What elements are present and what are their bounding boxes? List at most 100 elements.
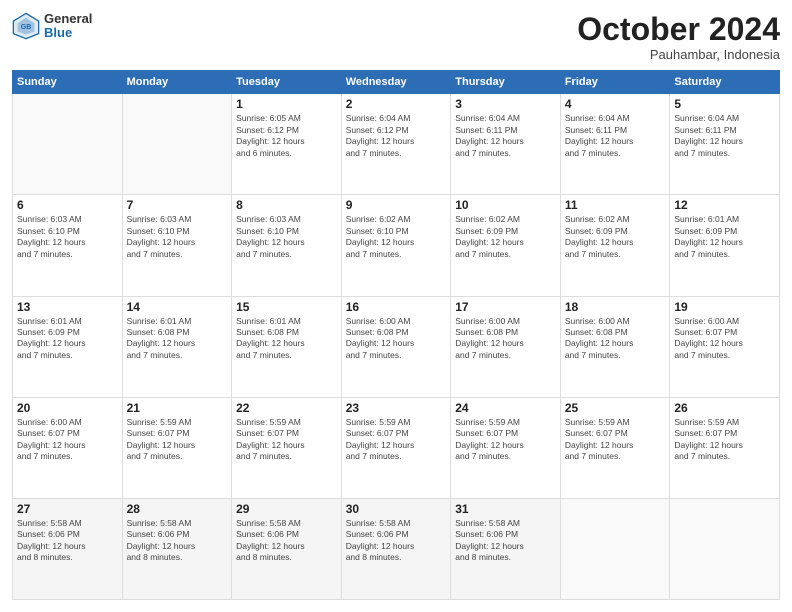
location-subtitle: Pauhambar, Indonesia xyxy=(577,47,780,62)
calendar-cell: 19 Sunrise: 6:00 AM Sunset: 6:07 PM Dayli… xyxy=(670,296,780,397)
day-info: Sunrise: 6:04 AM Sunset: 6:11 PM Dayligh… xyxy=(674,113,775,159)
logo-icon: GB xyxy=(12,12,40,40)
day-number: 6 xyxy=(17,198,118,212)
day-number: 16 xyxy=(346,300,447,314)
day-info: Sunrise: 6:03 AM Sunset: 6:10 PM Dayligh… xyxy=(236,214,337,260)
calendar-cell: 22 Sunrise: 5:59 AM Sunset: 6:07 PM Dayli… xyxy=(232,397,342,498)
calendar-cell xyxy=(13,94,123,195)
calendar-cell xyxy=(560,498,670,599)
calendar-cell: 15 Sunrise: 6:01 AM Sunset: 6:08 PM Dayli… xyxy=(232,296,342,397)
day-number: 4 xyxy=(565,97,666,111)
calendar-page: GB General Blue October 2024 Pauhambar, … xyxy=(0,0,792,612)
day-number: 10 xyxy=(455,198,556,212)
week-row-4: 20Sunrise: 6:00 AM Sunset: 6:07 PM Dayli… xyxy=(13,397,780,498)
day-number: 27 xyxy=(17,502,118,516)
day-number: 29 xyxy=(236,502,337,516)
day-info: Sunrise: 5:59 AM Sunset: 6:07 PM Dayligh… xyxy=(674,417,775,463)
calendar-cell: 25 Sunrise: 5:59 AM Sunset: 6:07 PM Dayli… xyxy=(560,397,670,498)
col-saturday: Saturday xyxy=(670,71,780,94)
day-info: Sunrise: 6:04 AM Sunset: 6:12 PM Dayligh… xyxy=(346,113,447,159)
week-row-3: 13Sunrise: 6:01 AM Sunset: 6:09 PM Dayli… xyxy=(13,296,780,397)
day-number: 15 xyxy=(236,300,337,314)
day-number: 31 xyxy=(455,502,556,516)
calendar-cell: 14Sunrise: 6:01 AM Sunset: 6:08 PM Dayli… xyxy=(122,296,232,397)
calendar-cell: 9Sunrise: 6:02 AM Sunset: 6:10 PM Daylig… xyxy=(341,195,451,296)
calendar-cell: 6 Sunrise: 6:03 AM Sunset: 6:10 PM Daylig… xyxy=(13,195,123,296)
day-number: 3 xyxy=(455,97,556,111)
col-sunday: Sunday xyxy=(13,71,123,94)
day-number: 24 xyxy=(455,401,556,415)
day-info: Sunrise: 5:59 AM Sunset: 6:07 PM Dayligh… xyxy=(565,417,666,463)
day-number: 21 xyxy=(127,401,228,415)
title-block: October 2024 Pauhambar, Indonesia xyxy=(577,12,780,62)
calendar-cell: 3Sunrise: 6:04 AM Sunset: 6:11 PM Daylig… xyxy=(451,94,561,195)
day-info: Sunrise: 6:00 AM Sunset: 6:07 PM Dayligh… xyxy=(17,417,118,463)
day-number: 23 xyxy=(346,401,447,415)
logo-text: General Blue xyxy=(44,12,92,41)
calendar-cell: 23 Sunrise: 5:59 AM Sunset: 6:07 PM Dayli… xyxy=(341,397,451,498)
col-friday: Friday xyxy=(560,71,670,94)
day-info: Sunrise: 5:58 AM Sunset: 6:06 PM Dayligh… xyxy=(127,518,228,564)
week-row-2: 6 Sunrise: 6:03 AM Sunset: 6:10 PM Daylig… xyxy=(13,195,780,296)
calendar-cell: 2Sunrise: 6:04 AM Sunset: 6:12 PM Daylig… xyxy=(341,94,451,195)
logo-blue: Blue xyxy=(44,26,92,40)
day-info: Sunrise: 6:00 AM Sunset: 6:08 PM Dayligh… xyxy=(565,316,666,362)
day-info: Sunrise: 6:02 AM Sunset: 6:09 PM Dayligh… xyxy=(455,214,556,260)
calendar-cell: 5 Sunrise: 6:04 AM Sunset: 6:11 PM Daylig… xyxy=(670,94,780,195)
calendar-cell: 8 Sunrise: 6:03 AM Sunset: 6:10 PM Daylig… xyxy=(232,195,342,296)
day-info: Sunrise: 6:03 AM Sunset: 6:10 PM Dayligh… xyxy=(127,214,228,260)
day-number: 30 xyxy=(346,502,447,516)
week-row-1: 1Sunrise: 6:05 AM Sunset: 6:12 PM Daylig… xyxy=(13,94,780,195)
calendar-cell: 7Sunrise: 6:03 AM Sunset: 6:10 PM Daylig… xyxy=(122,195,232,296)
day-number: 11 xyxy=(565,198,666,212)
calendar-cell: 10 Sunrise: 6:02 AM Sunset: 6:09 PM Dayli… xyxy=(451,195,561,296)
col-tuesday: Tuesday xyxy=(232,71,342,94)
day-info: Sunrise: 5:58 AM Sunset: 6:06 PM Dayligh… xyxy=(455,518,556,564)
day-number: 18 xyxy=(565,300,666,314)
col-thursday: Thursday xyxy=(451,71,561,94)
col-wednesday: Wednesday xyxy=(341,71,451,94)
calendar-header-row: Sunday Monday Tuesday Wednesday Thursday… xyxy=(13,71,780,94)
calendar-cell xyxy=(122,94,232,195)
calendar-cell: 18 Sunrise: 6:00 AM Sunset: 6:08 PM Dayli… xyxy=(560,296,670,397)
col-monday: Monday xyxy=(122,71,232,94)
day-number: 5 xyxy=(674,97,775,111)
calendar-cell: 11 Sunrise: 6:02 AM Sunset: 6:09 PM Dayli… xyxy=(560,195,670,296)
day-number: 14 xyxy=(127,300,228,314)
day-info: Sunrise: 6:03 AM Sunset: 6:10 PM Dayligh… xyxy=(17,214,118,260)
day-number: 26 xyxy=(674,401,775,415)
day-number: 13 xyxy=(17,300,118,314)
calendar-cell: 21 Sunrise: 5:59 AM Sunset: 6:07 PM Dayli… xyxy=(122,397,232,498)
day-info: Sunrise: 5:59 AM Sunset: 6:07 PM Dayligh… xyxy=(127,417,228,463)
day-info: Sunrise: 5:58 AM Sunset: 6:06 PM Dayligh… xyxy=(346,518,447,564)
calendar-cell: 30 Sunrise: 5:58 AM Sunset: 6:06 PM Dayli… xyxy=(341,498,451,599)
day-number: 9 xyxy=(346,198,447,212)
day-info: Sunrise: 6:00 AM Sunset: 6:07 PM Dayligh… xyxy=(674,316,775,362)
day-info: Sunrise: 6:01 AM Sunset: 6:08 PM Dayligh… xyxy=(236,316,337,362)
day-info: Sunrise: 5:58 AM Sunset: 6:06 PM Dayligh… xyxy=(17,518,118,564)
logo: GB General Blue xyxy=(12,12,92,41)
day-info: Sunrise: 5:58 AM Sunset: 6:06 PM Dayligh… xyxy=(236,518,337,564)
page-header: GB General Blue October 2024 Pauhambar, … xyxy=(12,12,780,62)
day-number: 22 xyxy=(236,401,337,415)
day-number: 19 xyxy=(674,300,775,314)
calendar-cell: 29 Sunrise: 5:58 AM Sunset: 6:06 PM Dayli… xyxy=(232,498,342,599)
calendar-cell: 26 Sunrise: 5:59 AM Sunset: 6:07 PM Dayli… xyxy=(670,397,780,498)
svg-text:GB: GB xyxy=(21,24,32,31)
day-number: 28 xyxy=(127,502,228,516)
day-number: 8 xyxy=(236,198,337,212)
calendar-cell: 24Sunrise: 5:59 AM Sunset: 6:07 PM Dayli… xyxy=(451,397,561,498)
calendar-table: Sunday Monday Tuesday Wednesday Thursday… xyxy=(12,70,780,600)
day-info: Sunrise: 6:04 AM Sunset: 6:11 PM Dayligh… xyxy=(565,113,666,159)
calendar-cell: 28 Sunrise: 5:58 AM Sunset: 6:06 PM Dayli… xyxy=(122,498,232,599)
calendar-cell: 1Sunrise: 6:05 AM Sunset: 6:12 PM Daylig… xyxy=(232,94,342,195)
day-info: Sunrise: 5:59 AM Sunset: 6:07 PM Dayligh… xyxy=(346,417,447,463)
day-info: Sunrise: 5:59 AM Sunset: 6:07 PM Dayligh… xyxy=(236,417,337,463)
day-info: Sunrise: 6:05 AM Sunset: 6:12 PM Dayligh… xyxy=(236,113,337,159)
month-title: October 2024 xyxy=(577,12,780,47)
day-number: 17 xyxy=(455,300,556,314)
day-info: Sunrise: 6:00 AM Sunset: 6:08 PM Dayligh… xyxy=(455,316,556,362)
day-info: Sunrise: 6:02 AM Sunset: 6:09 PM Dayligh… xyxy=(565,214,666,260)
day-number: 25 xyxy=(565,401,666,415)
week-row-5: 27 Sunrise: 5:58 AM Sunset: 6:06 PM Dayli… xyxy=(13,498,780,599)
